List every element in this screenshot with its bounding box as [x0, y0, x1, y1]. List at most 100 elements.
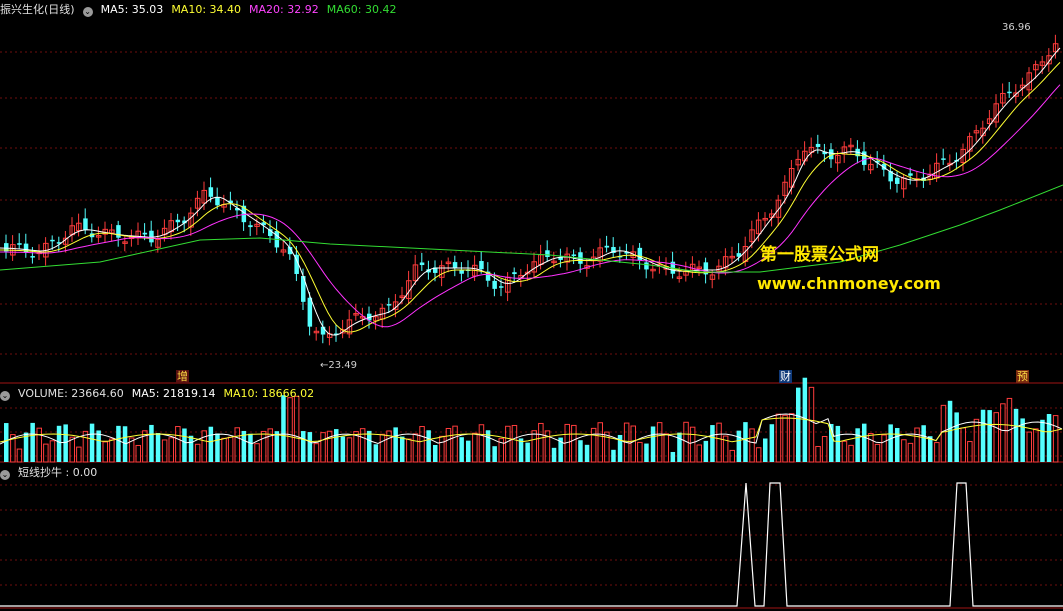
candle-body: [142, 232, 148, 235]
volume-bar: [30, 422, 35, 462]
tag-zeng[interactable]: 增: [176, 370, 189, 383]
volume-bar: [967, 441, 973, 463]
candle-body: [30, 256, 35, 258]
stock-title[interactable]: 振兴生化(日线): [0, 3, 75, 16]
candle-body: [248, 225, 253, 228]
volume-bar: [670, 451, 676, 462]
candle-body: [895, 177, 900, 184]
candle-body: [459, 270, 464, 274]
candle-body: [83, 218, 88, 230]
volume-bar: [874, 443, 881, 463]
volume-value: VOLUME: 23664.60: [18, 387, 124, 400]
volume-bar: [710, 425, 715, 462]
volume-bar: [901, 439, 907, 463]
collapse-circle-icon[interactable]: ⌄: [0, 470, 10, 480]
volume-bar: [743, 422, 748, 462]
volume-bar: [590, 427, 597, 463]
volume-bar: [895, 428, 900, 462]
volume-bar: [102, 441, 108, 463]
volume-bar: [96, 430, 101, 462]
volume-bar: [788, 413, 795, 463]
volume-bar: [1033, 428, 1039, 463]
volume-bar: [135, 444, 141, 463]
tag-cai[interactable]: 财: [779, 370, 792, 383]
candle-body: [571, 254, 577, 256]
volume-bar: [373, 444, 379, 462]
volume-bar: [208, 426, 214, 462]
volume-bar: [194, 443, 201, 463]
volume-bar: [313, 443, 320, 463]
kline-chart[interactable]: [0, 0, 1063, 611]
volume-bar: [4, 423, 9, 462]
volume-bar: [808, 386, 815, 463]
indicator-header: ⌄ 短线抄牛 : 0.00: [0, 465, 105, 481]
volume-bar: [287, 397, 293, 463]
candle-body: [941, 158, 946, 160]
volume-bar: [1013, 408, 1019, 462]
volume-bar: [862, 423, 867, 462]
volume-bar: [56, 425, 62, 462]
candle-body: [908, 173, 913, 176]
volume-bar: [248, 433, 253, 462]
candle-body: [386, 304, 392, 306]
volume-bar: [769, 424, 775, 462]
volume-bar: [821, 435, 828, 463]
volume-bar: [644, 443, 649, 462]
volume-bar: [293, 395, 300, 463]
volume-bar: [954, 412, 959, 462]
volume-bar: [571, 424, 577, 463]
volume-bar: [221, 437, 227, 463]
volume-bar: [749, 428, 755, 463]
volume-bar: [677, 432, 682, 462]
volume-bar: [201, 430, 207, 463]
volume-bar: [109, 438, 115, 463]
volume-bar: [841, 440, 848, 463]
collapse-circle-icon[interactable]: ⌄: [0, 391, 10, 401]
volume-bar: [89, 423, 95, 462]
volume-bar: [1000, 403, 1006, 463]
volume-bar: [703, 440, 709, 462]
high-price-label: 36.96: [1002, 22, 1031, 33]
volume-bar: [82, 430, 89, 463]
tag-yu[interactable]: 预: [1016, 370, 1029, 383]
volume-bar: [393, 427, 398, 462]
candle-body: [215, 197, 220, 206]
volume-bar: [650, 426, 656, 462]
candle-body: [452, 262, 458, 268]
candle-body: [419, 262, 425, 266]
volume-bar: [578, 440, 583, 462]
volume-bar: [459, 437, 464, 462]
volume-bar: [928, 436, 933, 462]
candle-body: [50, 239, 55, 242]
volume-bar: [122, 426, 128, 462]
volume-bar: [307, 432, 313, 462]
volume-bar: [274, 431, 280, 462]
volume-bar: [525, 442, 530, 462]
ma5-value: MA5: 35.03: [100, 3, 164, 16]
candle-body: [492, 280, 497, 289]
volume-bar: [367, 430, 372, 462]
volume-bar: [234, 427, 240, 463]
volume-bar: [426, 430, 431, 462]
volume-bar: [940, 404, 947, 463]
volume-bar: [782, 414, 788, 463]
main-header: 振兴生化(日线) ⌄ MA5: 35.03 MA10: 34.40 MA20: 32.9…: [0, 2, 404, 18]
volume-bar: [775, 413, 782, 463]
volume-bar: [1026, 431, 1032, 463]
candle-body: [644, 262, 649, 270]
collapse-circle-icon[interactable]: ⌄: [82, 7, 93, 17]
volume-bar: [960, 427, 966, 463]
volume-header: ⌄ VOLUME: 23664.60 MA5: 21819.14 MA10: 1866…: [0, 386, 322, 402]
volume-bar: [993, 412, 999, 463]
volume-bar: [326, 430, 333, 463]
volume-bar: [254, 443, 260, 463]
volume-bar: [63, 424, 68, 462]
candle-body: [545, 250, 550, 257]
volume-bar: [611, 449, 616, 462]
volume-bar: [934, 442, 940, 463]
volume-bar: [149, 424, 154, 462]
candle-body: [815, 143, 821, 147]
candle-body: [499, 286, 504, 288]
volume-bar: [855, 428, 860, 462]
watermark-url: www.chnmoney.com: [757, 274, 941, 293]
